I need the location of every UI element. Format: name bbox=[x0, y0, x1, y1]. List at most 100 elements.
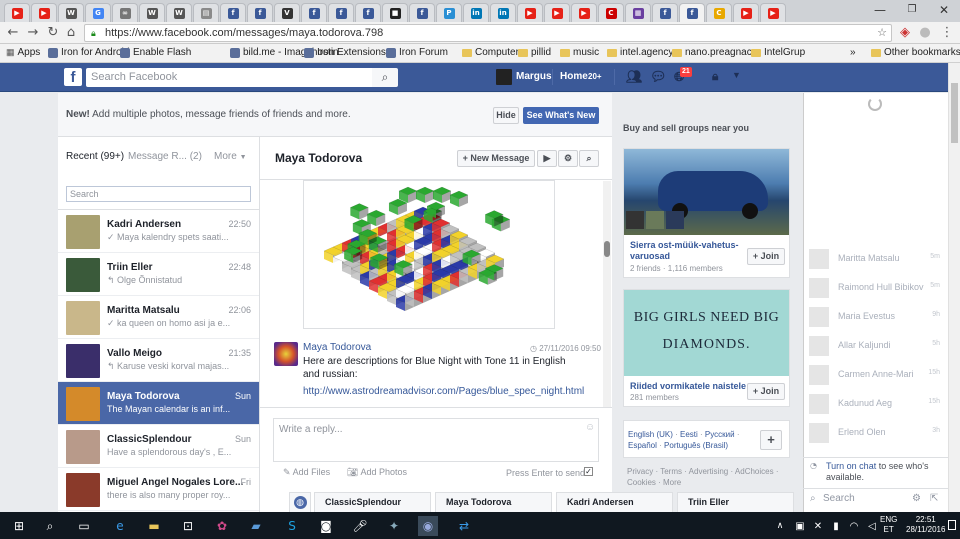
browser-tab[interactable]: ▶ bbox=[571, 3, 597, 22]
group-name[interactable]: Riided vormikatele naistele bbox=[630, 381, 748, 391]
clock[interactable]: 22:51 28/11/2016 bbox=[906, 515, 945, 535]
messages-icon[interactable]: 💬︎ bbox=[650, 69, 667, 85]
menu-icon[interactable]: ⋮ bbox=[938, 24, 956, 42]
browser-tab[interactable]: ▤ bbox=[193, 3, 219, 22]
press-enter-checkbox[interactable]: ✓ bbox=[584, 467, 593, 476]
page-scrollbar[interactable] bbox=[948, 63, 960, 512]
skype-icon[interactable]: S bbox=[282, 516, 302, 536]
home-link[interactable]: Home bbox=[560, 71, 588, 82]
thread-item[interactable]: Maritta Matsalu ✓ ka queen on homo asi ja… bbox=[58, 296, 259, 339]
group-card-sierra[interactable]: Sierra ost-müük-vahetus-varuosad 2 frien… bbox=[623, 148, 790, 278]
thread-search-input[interactable]: Search bbox=[66, 186, 251, 202]
other-bookmarks[interactable]: Other bookmarks bbox=[871, 47, 960, 58]
browser-tab[interactable]: ▶ bbox=[31, 3, 57, 22]
tray-network-icon[interactable]: ▣ bbox=[790, 516, 810, 536]
browser-tab[interactable]: P bbox=[436, 3, 462, 22]
bookmarks-overflow-icon[interactable]: » bbox=[850, 47, 856, 58]
bookmark-item[interactable]: Computer bbox=[462, 47, 519, 58]
battery-icon[interactable]: ▮ bbox=[826, 516, 846, 536]
tray-expand-icon[interactable]: ∧ bbox=[770, 516, 790, 536]
browser-tab[interactable]: W bbox=[58, 3, 84, 22]
privacy-icon[interactable]: 🔒︎ bbox=[712, 69, 718, 84]
thread-item[interactable]: Miguel Angel Nogales Lore... there is als… bbox=[58, 468, 259, 511]
bookmark-item[interactable]: music bbox=[560, 47, 599, 58]
shared-image[interactable] bbox=[303, 180, 555, 329]
language-link[interactable]: Eesti bbox=[680, 430, 698, 439]
wifi-icon[interactable]: ◠ bbox=[844, 516, 864, 536]
friend-requests-icon[interactable]: 👥︎ bbox=[626, 69, 643, 85]
bookmark-item[interactable]: nano.preagnacy bbox=[672, 47, 757, 58]
turn-on-chat-link[interactable]: Turn on chat bbox=[826, 461, 876, 471]
notes-icon[interactable]: ▰ bbox=[246, 516, 266, 536]
add-photos-button[interactable]: 📷︎ Add Photos bbox=[347, 467, 407, 478]
microphone-icon[interactable]: 🎤︎ bbox=[350, 516, 370, 536]
more-dropdown[interactable]: More ▼ bbox=[214, 151, 247, 162]
browser-tab[interactable]: ∞ bbox=[112, 3, 138, 22]
new-message-button[interactable]: + New Message bbox=[457, 150, 535, 167]
browser-tab[interactable]: ■ bbox=[382, 3, 408, 22]
tab-recent[interactable]: Recent (99+) bbox=[66, 151, 124, 162]
bookmark-item[interactable]: Iron Forum bbox=[386, 47, 448, 58]
footer-link[interactable]: AdChoices bbox=[735, 467, 774, 476]
account-menu-icon[interactable]: ▼ bbox=[732, 70, 741, 80]
bookmark-item[interactable]: Enable Flash bbox=[120, 47, 191, 58]
store-icon[interactable]: ⊡ bbox=[178, 516, 198, 536]
sender-avatar[interactable] bbox=[274, 342, 298, 366]
browser-tab[interactable]: ▦ bbox=[625, 3, 651, 22]
footer-link[interactable]: Cookies bbox=[627, 478, 656, 487]
facebook-search-input[interactable]: Search Facebook bbox=[86, 68, 374, 87]
file-explorer-icon[interactable]: ▬ bbox=[144, 516, 164, 536]
url-bar[interactable]: 🔒︎ https://www.facebook.com/messages/may… bbox=[84, 24, 892, 42]
browser-tab[interactable]: f bbox=[652, 3, 678, 22]
chat-contact[interactable]: Carmen Anne-Mari 15h bbox=[808, 364, 948, 385]
thread-item[interactable]: ClassicSplendour Have a splendorous day's… bbox=[58, 425, 259, 468]
browser-tab[interactable]: f bbox=[355, 3, 381, 22]
browser-tab[interactable]: W bbox=[139, 3, 165, 22]
browser-tab[interactable]: in bbox=[490, 3, 516, 22]
join-group-button[interactable]: + Join bbox=[747, 383, 785, 400]
bookmark-item[interactable]: pillid bbox=[518, 47, 551, 58]
language-link[interactable]: Español bbox=[628, 441, 657, 450]
search-taskbar-icon[interactable]: ⌕ bbox=[40, 516, 60, 536]
maximize-icon[interactable]: ❐ bbox=[898, 0, 926, 20]
thread-item[interactable]: Maya Todorova The Mayan calendar is an in… bbox=[58, 382, 259, 425]
group-card-riided[interactable]: BIG GIRLS NEED BIG DIAMONDS. Riided vorm… bbox=[623, 289, 790, 407]
forward-icon[interactable]: → bbox=[24, 24, 42, 42]
browser-tab[interactable]: f bbox=[328, 3, 354, 22]
message-sender[interactable]: Maya Todorova bbox=[303, 342, 371, 353]
browser-tab[interactable]: f bbox=[220, 3, 246, 22]
tool-icon[interactable]: ✦ bbox=[384, 516, 404, 536]
language-link[interactable]: Português (Brasil) bbox=[664, 441, 728, 450]
app-icon[interactable]: ✿ bbox=[212, 516, 232, 536]
profile-icon[interactable]: ● bbox=[916, 24, 934, 42]
thread-item[interactable]: Kadri Andersen ✓ Maya kalendry spets saat… bbox=[58, 210, 259, 253]
minimize-icon[interactable]: — bbox=[866, 0, 894, 20]
browser-tab[interactable]: C bbox=[706, 3, 732, 22]
browser-tab[interactable]: G bbox=[85, 3, 111, 22]
browser-tab[interactable]: ▶ bbox=[517, 3, 543, 22]
star-icon[interactable]: ☆ bbox=[877, 25, 887, 41]
facebook-logo[interactable]: f bbox=[64, 68, 82, 86]
bookmark-item[interactable]: IntelGrup bbox=[751, 47, 805, 58]
chat-search-input[interactable]: Search bbox=[823, 493, 855, 504]
join-group-button[interactable]: + Join bbox=[747, 248, 785, 265]
language-link[interactable]: English (UK) bbox=[628, 430, 673, 439]
thread-item[interactable]: Vallo Meigo ↰ Karuse veski korval majas..… bbox=[58, 339, 259, 382]
browser-tab[interactable]: f bbox=[679, 3, 705, 22]
browser-tab[interactable]: ▶ bbox=[4, 3, 30, 22]
message-link[interactable]: http://www.astrodreamadvisor.com/Pages/b… bbox=[303, 386, 584, 397]
user-name[interactable]: Margus bbox=[516, 71, 552, 82]
input-language[interactable]: ENG ET bbox=[880, 515, 897, 535]
browser-tab[interactable]: f bbox=[247, 3, 273, 22]
home-icon[interactable]: ⌂ bbox=[62, 24, 80, 42]
browser-tab[interactable]: ▶ bbox=[733, 3, 759, 22]
chat-dock-tab[interactable]: ClassicSplendour bbox=[314, 492, 431, 512]
footer-link[interactable]: Privacy bbox=[627, 467, 653, 476]
edge-icon[interactable]: e bbox=[110, 516, 130, 536]
add-files-button[interactable]: ✎ Add Files bbox=[283, 467, 330, 478]
browser-tab[interactable]: W bbox=[166, 3, 192, 22]
bookmark-item[interactable]: Iron for Android bbox=[48, 47, 129, 58]
chat-contact[interactable]: Erlend Olen 3h bbox=[808, 422, 948, 443]
gear-icon[interactable]: ⚙ bbox=[558, 150, 578, 167]
browser-tab[interactable]: ▶ bbox=[760, 3, 786, 22]
